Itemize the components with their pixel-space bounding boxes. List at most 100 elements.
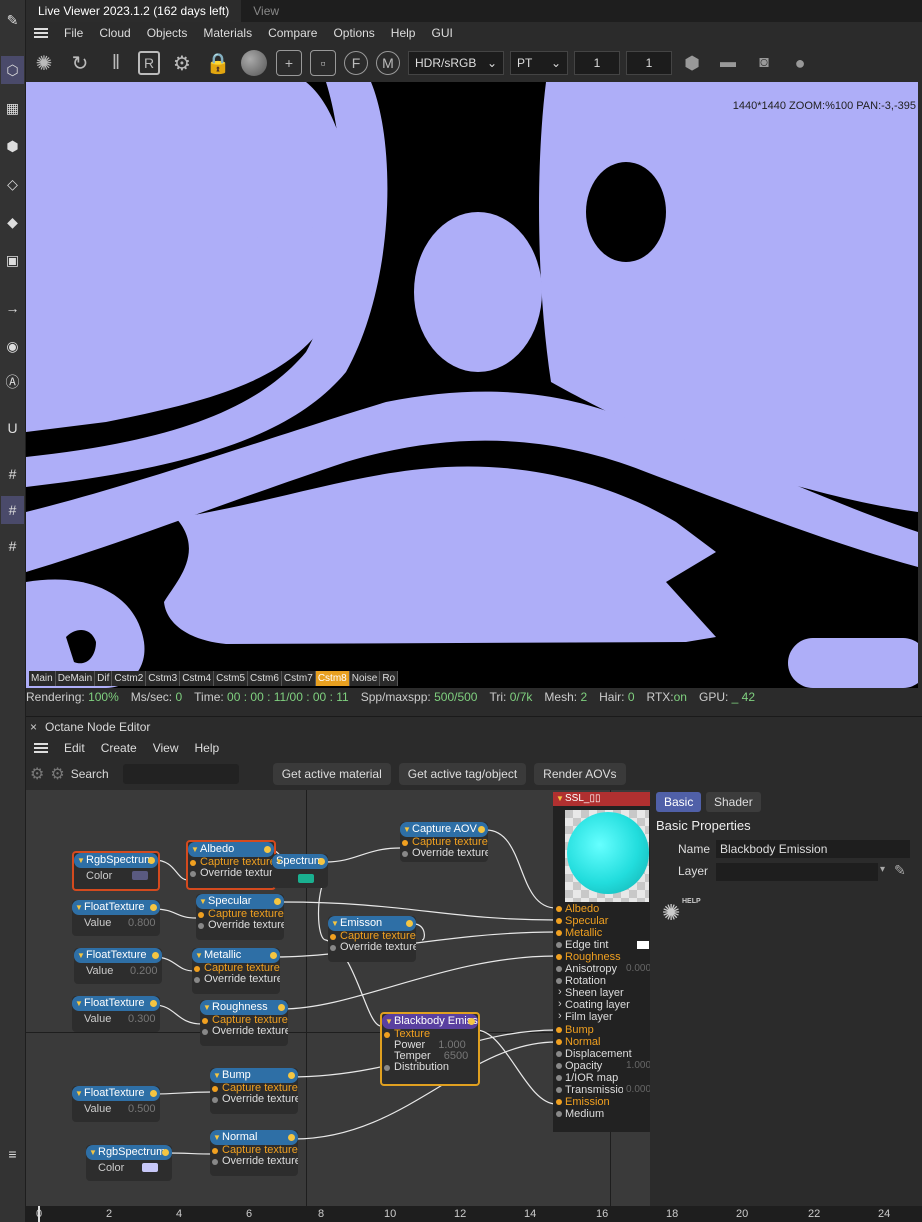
layer-field[interactable] [716,863,878,881]
node-pin-temperature[interactable]: Temper 6500 [382,1051,478,1062]
pin-normal[interactable]: Normal [555,1036,600,1048]
render-aovs-button[interactable]: Render AOVs [534,763,626,785]
node-pin-power[interactable]: Power 1.000 [382,1040,478,1051]
menu-compare[interactable]: Compare [260,26,325,40]
number-field-2[interactable]: 1 [626,51,672,75]
node-pin-override[interactable]: Override texture [400,848,488,859]
close-icon[interactable]: × [30,720,37,734]
node-pin-capture[interactable]: Capture texture [200,1015,288,1026]
restart-icon[interactable]: ↻ [66,49,94,77]
add-object-icon[interactable]: + [276,50,302,76]
octane-logo-icon[interactable]: ✺ [30,49,58,77]
node-pin-override[interactable]: Override texture [328,942,416,953]
chevron-down-icon[interactable]: ▾ [880,864,885,875]
pin-albedo[interactable]: Albedo [555,903,599,915]
magnet-icon[interactable]: U [1,414,24,442]
node-pin-capture[interactable]: Capture texture [192,963,280,974]
pin-medium[interactable]: Medium [555,1108,604,1120]
aov-tab-cstm4[interactable]: Cstm4 [180,671,215,686]
node-roughness[interactable]: Roughness Capture texture Override textu… [200,1000,288,1046]
tab-view[interactable]: View [241,0,291,22]
timeline[interactable]: 0 2 4 6 8 10 12 14 16 18 20 22 24 [26,1206,922,1222]
pin-sheen-layer[interactable]: Sheen layer [558,986,624,999]
node-bump[interactable]: Bump Capture texture Override texture [210,1068,298,1114]
region-icon[interactable]: R [138,51,160,75]
menu-help[interactable]: Help [383,26,424,40]
node-pin-override[interactable]: Override texture [196,920,284,931]
material-ball-icon[interactable] [240,49,268,77]
pin-transmission[interactable]: Transmission [556,1084,625,1096]
texture-icon[interactable]: ▣ [1,246,24,274]
pin-ior-map[interactable]: 1/IOR map [555,1072,618,1084]
node-emisson[interactable]: Emisson Capture texture Override texture [328,916,416,962]
edge-tint-swatch[interactable] [637,941,649,949]
node-floattexture-1[interactable]: FloatTexture Value0.800 [72,900,160,936]
node-floattexture-2[interactable]: FloatTexture Value0.200 [74,948,162,984]
name-field[interactable]: Blackbody Emission [716,840,910,858]
pin-specular[interactable]: Specular [555,915,608,927]
color-swatch[interactable] [298,874,314,883]
pin-coating-layer[interactable]: Coating layer [558,998,630,1011]
timeline-playhead[interactable] [38,1206,40,1222]
menu-options[interactable]: Options [325,26,382,40]
aov-tab-cstm7[interactable]: Cstm7 [281,671,316,686]
eyedropper-icon[interactable]: ✎ [894,862,906,879]
search-input[interactable] [122,764,239,784]
node-pin-override[interactable]: Override texture [210,1156,298,1167]
node-gear-icon[interactable]: ⚙ [30,764,44,784]
focus-pick-icon[interactable]: F [344,51,368,75]
axis-icon[interactable]: Ⓐ [1,368,24,396]
tab-basic[interactable]: Basic [656,792,702,812]
arrow-icon[interactable]: → [1,294,24,322]
kernel-select[interactable]: PT ⌄ [510,51,568,75]
octane-help-icon[interactable]: ✺ [662,900,680,926]
node-rgbspectrum-1[interactable]: RgbSpectrum Color [72,851,160,891]
get-active-tag-button[interactable]: Get active tag/object [398,763,527,785]
edge-icon[interactable]: ◇ [1,170,24,198]
aov-tab-dif[interactable]: Dif [95,671,113,686]
aov-tab-cstm8[interactable]: Cstm8 [315,671,350,686]
material-pick-icon[interactable]: M [376,51,400,75]
ne-menu-edit[interactable]: Edit [56,741,93,755]
grid-icon[interactable]: # [1,460,24,488]
settings-gear-icon[interactable]: ⚙ [168,49,196,77]
blocks-icon[interactable]: ▦ [1,94,24,122]
point-icon[interactable]: ⬢ [1,132,24,160]
grid-axis-icon[interactable]: # [1,532,24,560]
pin-roughness[interactable]: Roughness [556,951,621,963]
node-link-icon[interactable]: ⚙ [50,764,64,784]
cube-icon[interactable]: ⬡ [1,56,24,84]
pin-emission[interactable]: Emission [556,1096,610,1108]
color-swatch[interactable] [142,1163,158,1172]
node-albedo[interactable]: Albedo Capture texture Override texture [186,840,276,890]
node-spectrum[interactable]: Spectrum [272,854,328,888]
pause-icon[interactable]: ‖ [102,49,130,77]
aov-tab-main[interactable]: Main [29,671,56,686]
node-pin-distribution[interactable]: Distribution [382,1062,478,1073]
node-pin-override[interactable]: Override texture [210,1094,298,1105]
node-normal[interactable]: Normal Capture texture Override texture [210,1130,298,1176]
eye-icon[interactable]: ◉ [1,332,24,360]
color-swatch[interactable] [132,871,148,880]
menu-materials[interactable]: Materials [195,26,260,40]
aov-tab-cstm6[interactable]: Cstm6 [248,671,282,686]
circle-icon[interactable]: ● [786,49,814,77]
menu-gui[interactable]: GUI [423,26,460,40]
node-pin-texture[interactable]: Texture [382,1029,478,1040]
node-blackbody-emission[interactable]: Blackbody Emission Texture Power 1.000 T… [380,1012,480,1086]
menu-icon[interactable]: ≡ [1,1140,24,1168]
node-pin-capture[interactable]: Capture texture [328,931,416,942]
hamburger-icon[interactable] [34,28,48,38]
node-rgbspectrum-2[interactable]: RgbSpectrum Color [86,1145,172,1181]
aov-tab-cstm2[interactable]: Cstm2 [112,671,147,686]
node-pin-override[interactable]: Override texture [192,974,280,985]
menu-cloud[interactable]: Cloud [91,26,138,40]
node-row-value[interactable]: Value 0.300 [72,1011,160,1027]
polygon-icon[interactable]: ◆ [1,208,24,236]
aov-tab-noise[interactable]: Noise [349,671,381,686]
lock-icon[interactable]: 🔒 [204,49,232,77]
node-pin-capture[interactable]: Capture texture [196,909,284,920]
hexagon-icon[interactable]: ⬢ [678,49,706,77]
pin-anisotropy[interactable]: Anisotropy [556,963,617,975]
edit-icon[interactable]: ✎ [1,6,24,34]
